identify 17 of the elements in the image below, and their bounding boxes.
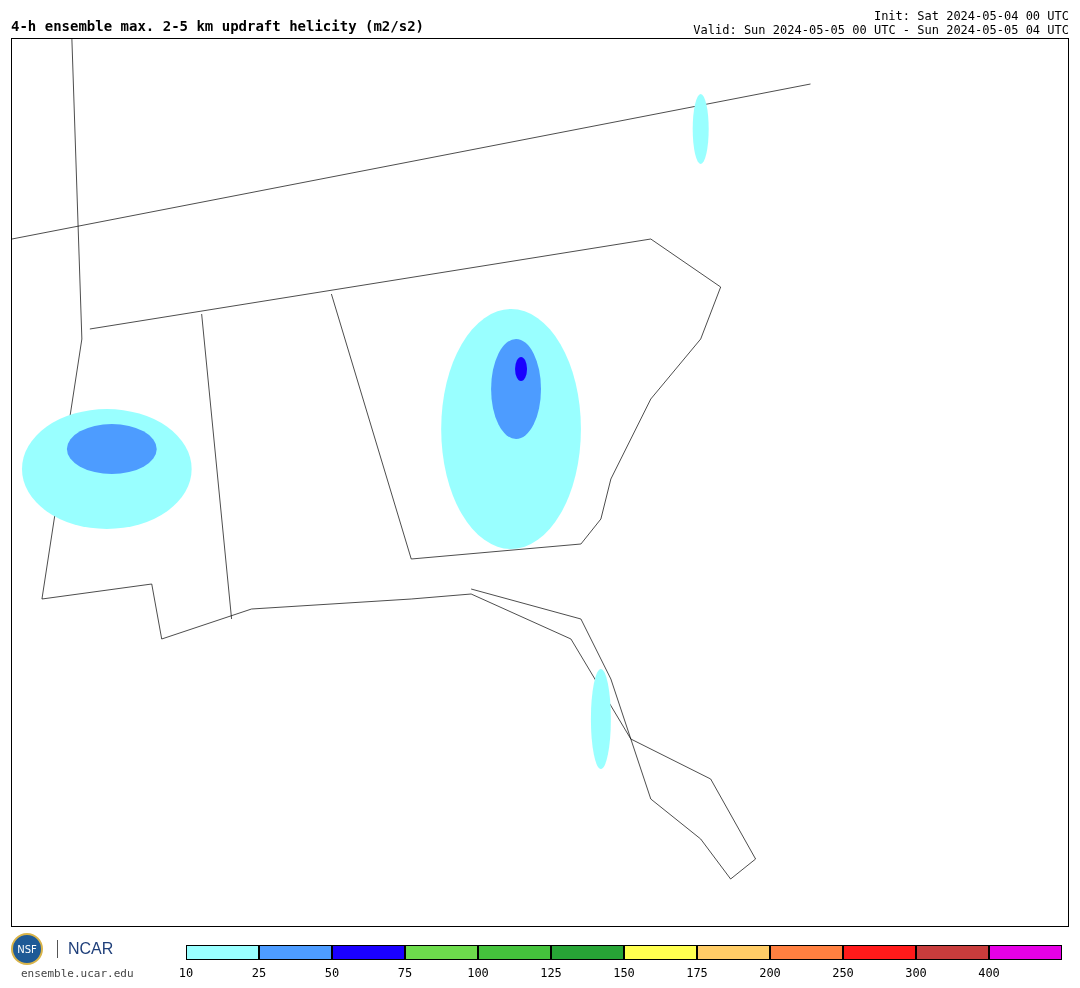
legend-label: 175: [685, 966, 709, 980]
legend-label: 400: [977, 966, 1001, 980]
legend-label: 75: [396, 966, 414, 980]
ncar-logo: NCAR: [57, 940, 114, 958]
legend-label: 10: [177, 966, 195, 980]
nsf-logo: NSF: [11, 933, 43, 965]
legend-label: 150: [612, 966, 636, 980]
legend-label: 25: [250, 966, 268, 980]
valid-time: Valid: Sun 2024-05-05 00 UTC - Sun 2024-05-05 04 UTC: [693, 23, 1069, 37]
legend-label: 300: [904, 966, 928, 980]
legend-label: 100: [466, 966, 490, 980]
legend-label: 200: [758, 966, 782, 980]
legend-label: 125: [539, 966, 563, 980]
legend-label: 50: [323, 966, 341, 980]
init-time: Init: Sat 2024-05-04 00 UTC: [873, 9, 1069, 23]
legend-label: 250: [831, 966, 855, 980]
chart-title: 4-h ensemble max. 2-5 km updraft helicity (m2/s2): [11, 18, 424, 36]
